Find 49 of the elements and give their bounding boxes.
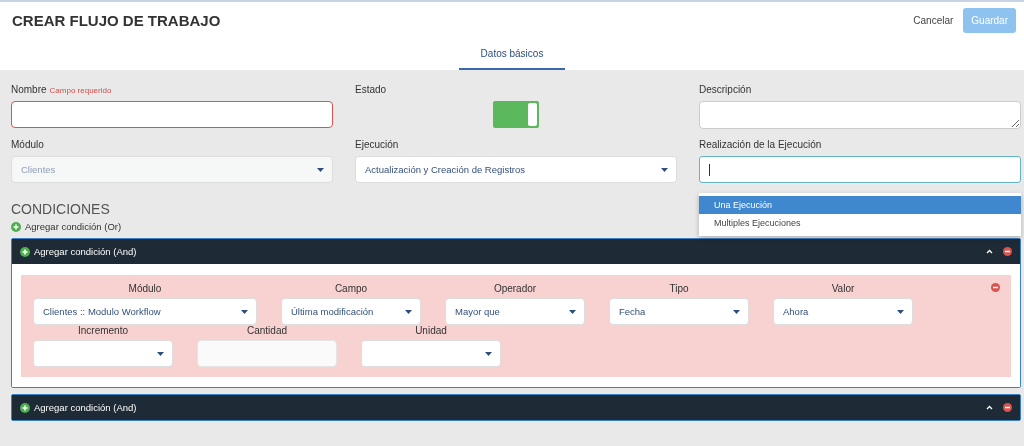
dropdown[interactable]: Ahora bbox=[773, 298, 913, 325]
caret-icon bbox=[405, 309, 412, 314]
field-label: Descripción bbox=[699, 84, 753, 95]
page-title: CREAR FLUJO DE TRABAJO bbox=[12, 11, 222, 29]
chevron-up-icon[interactable] bbox=[986, 405, 993, 410]
add-condition-button[interactable]: Agregar condición (Or) bbox=[0, 217, 122, 232]
toggle-switch[interactable] bbox=[493, 101, 539, 128]
field-label: Módulo bbox=[128, 283, 162, 294]
field-label: Unidad bbox=[415, 325, 447, 336]
caret-icon bbox=[485, 351, 492, 356]
cancel-button[interactable]: Cancelar bbox=[913, 14, 954, 26]
plus-icon bbox=[20, 402, 30, 413]
tab[interactable]: Datos básicos bbox=[458, 38, 566, 70]
field-label: Cantidad bbox=[247, 325, 287, 336]
dropdown[interactable]: Última modificación bbox=[281, 298, 421, 325]
dropdown[interactable]: Fecha bbox=[609, 298, 749, 325]
add-condition-button[interactable]: Agregar condición (And) bbox=[20, 246, 986, 257]
caret-icon bbox=[317, 167, 324, 172]
caret-icon bbox=[241, 309, 248, 314]
field-label: Incremento bbox=[78, 325, 128, 336]
section-title: CONDICIONES bbox=[11, 201, 110, 217]
plus-icon bbox=[20, 246, 30, 257]
caret-icon bbox=[733, 309, 740, 314]
field-label: Módulo bbox=[11, 139, 45, 150]
field-label: Nombre bbox=[11, 84, 47, 95]
field-label: Realización de la Ejecución bbox=[699, 139, 823, 150]
menu-option[interactable]: Multiples Ejecuciones bbox=[699, 214, 1021, 232]
input-field[interactable] bbox=[11, 101, 333, 128]
field-label: Tipo bbox=[669, 283, 689, 294]
caret-icon bbox=[661, 167, 668, 172]
caret-icon bbox=[569, 309, 576, 314]
input-field[interactable] bbox=[699, 156, 1021, 183]
dropdown[interactable]: Actualización y Creación de Registros bbox=[355, 156, 677, 183]
field-label: Operador bbox=[493, 283, 537, 294]
dropdown[interactable]: Clientes :: Modulo Workflow bbox=[33, 298, 257, 325]
caret-icon bbox=[897, 309, 904, 314]
field-label: Campo bbox=[334, 283, 368, 294]
plus-icon bbox=[11, 221, 21, 232]
field-label: Estado bbox=[355, 84, 388, 95]
caret-icon bbox=[157, 351, 164, 356]
remove-icon[interactable] bbox=[1003, 247, 1012, 256]
field-label: Ejecución bbox=[355, 139, 400, 150]
field-label: Valor bbox=[831, 283, 855, 294]
chevron-up-icon[interactable] bbox=[986, 249, 993, 254]
remove-icon[interactable] bbox=[1003, 403, 1012, 412]
dropdown[interactable]: Mayor que bbox=[445, 298, 585, 325]
input-field[interactable] bbox=[699, 101, 1021, 129]
menu-option[interactable]: Una Ejecución bbox=[699, 196, 1021, 214]
error-text: Campo requerido bbox=[49, 86, 112, 95]
